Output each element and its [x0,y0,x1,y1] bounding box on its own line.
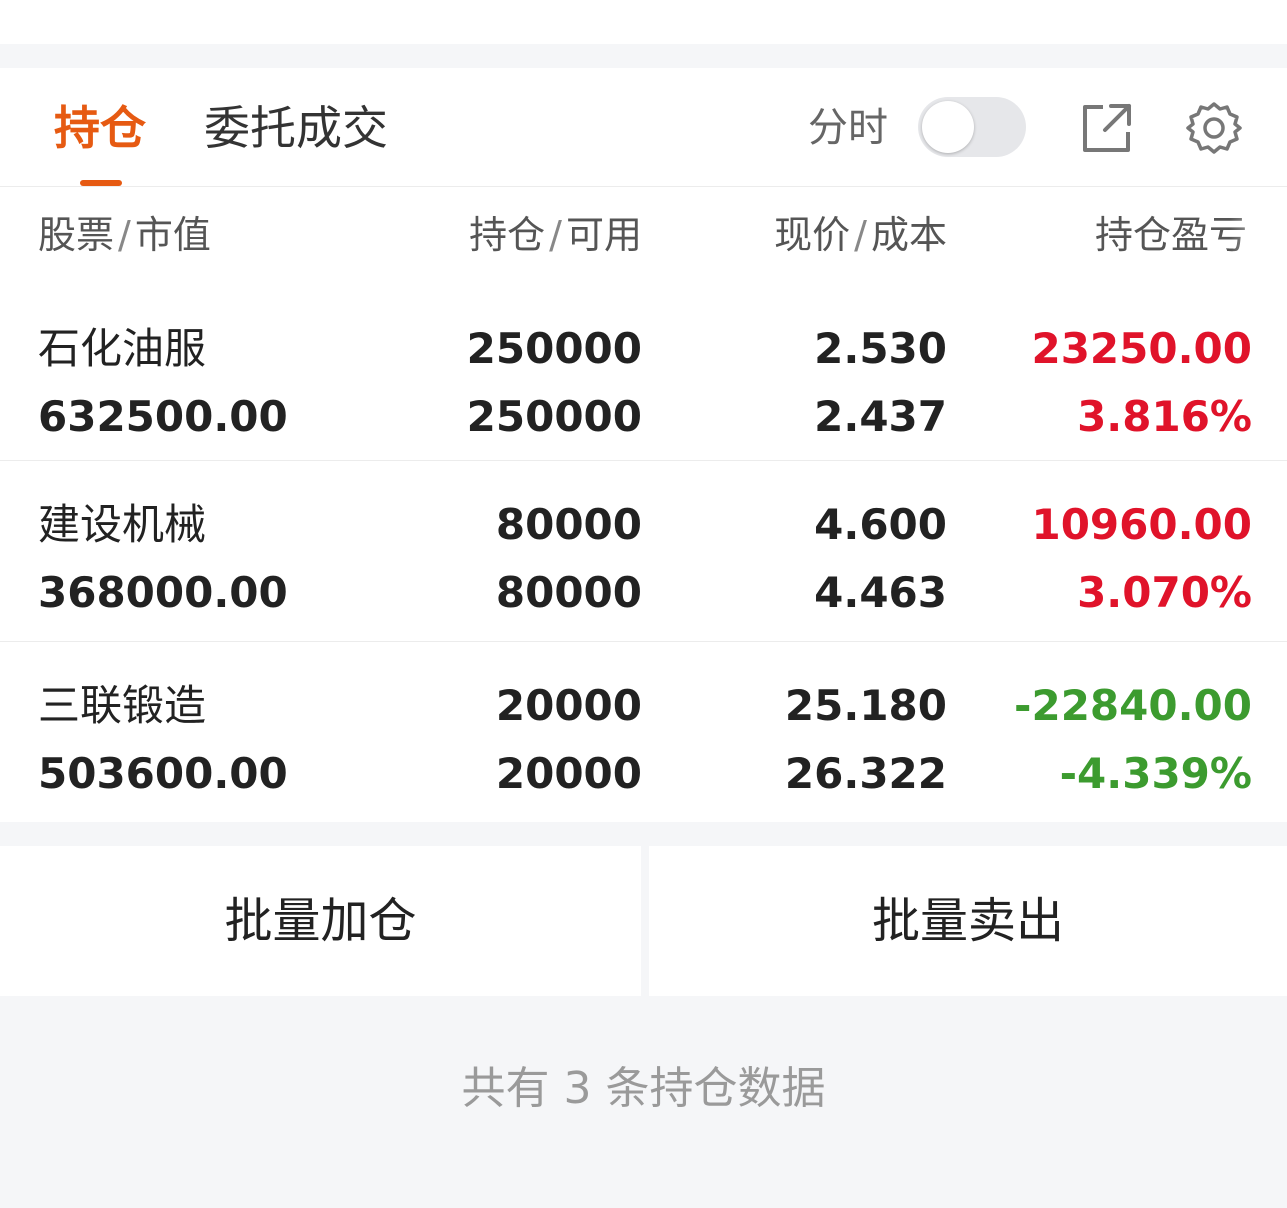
market-value: 632500.00 [38,392,288,441]
batch-sell-button[interactable]: 批量卖出 [649,846,1287,996]
header-available: 可用 [565,213,642,257]
header-price-cost: 现价 / 成本 [774,207,947,263]
holding-row[interactable]: 石化油服 632500.00 250000 250000 2.530 2.437… [0,283,1287,460]
header-marketvalue: 市值 [134,213,211,257]
profit-loss: 10960.00 [1031,500,1252,549]
available-qty: 80000 [495,568,642,617]
available-qty: 20000 [495,749,642,798]
tab-bar: 持仓 委托成交 分时 [0,68,1287,187]
position-qty: 80000 [495,500,642,549]
section-gap [0,822,1287,846]
profit-loss-pct: 3.070% [1077,568,1252,617]
current-price: 4.600 [814,500,947,549]
top-strip [0,0,1287,44]
holding-row[interactable]: 建设机械 368000.00 80000 80000 4.600 4.463 1… [0,460,1287,641]
tab-orders[interactable]: 委托成交 [204,98,388,158]
header-stock: 股票 [38,213,115,257]
toggle-knob [922,101,974,153]
header-separator: / [854,213,867,257]
batch-add-button[interactable]: 批量加仓 [0,846,641,996]
header-position-available: 持仓 / 可用 [469,207,642,263]
profit-loss: 23250.00 [1031,324,1252,373]
market-value: 368000.00 [38,568,288,617]
profit-loss-pct: -4.339% [1059,749,1252,798]
profit-loss: -22840.00 [1014,681,1252,730]
header-price: 现价 [774,213,851,257]
share-external-icon[interactable] [1079,100,1135,156]
holdings-count-note: 共有 3 条持仓数据 [461,1063,826,1114]
section-gap [0,44,1287,68]
stock-name: 石化油服 [38,324,207,373]
header-position: 持仓 [469,213,546,257]
cost-price: 4.463 [814,568,947,617]
header-cost: 成本 [870,213,947,257]
current-price: 2.530 [814,324,947,373]
holding-row[interactable]: 三联锻造 503600.00 20000 20000 25.180 26.322… [0,641,1287,822]
header-stock-marketvalue: 股票 / 市值 [38,207,211,263]
position-qty: 20000 [495,681,642,730]
gear-icon[interactable] [1186,100,1242,156]
available-qty: 250000 [466,392,642,441]
stock-name: 建设机械 [38,500,207,549]
timeshare-label: 分时 [808,105,888,151]
tab-positions[interactable]: 持仓 [54,98,146,158]
cost-price: 26.322 [784,749,947,798]
header-profit-loss: 持仓盈亏 [1095,213,1248,257]
stock-name: 三联锻造 [38,681,207,730]
active-tab-indicator [80,180,122,186]
header-separator: / [118,213,131,257]
timeshare-toggle[interactable] [918,97,1026,157]
current-price: 25.180 [784,681,947,730]
profit-loss-pct: 3.816% [1077,392,1252,441]
header-separator: / [549,213,562,257]
cost-price: 2.437 [814,392,947,441]
batch-actions: 批量加仓 批量卖出 [0,846,1287,996]
market-value: 503600.00 [38,749,288,798]
position-qty: 250000 [466,324,642,373]
table-header: 股票 / 市值 持仓 / 可用 现价 / 成本 持仓盈亏 [0,187,1287,283]
